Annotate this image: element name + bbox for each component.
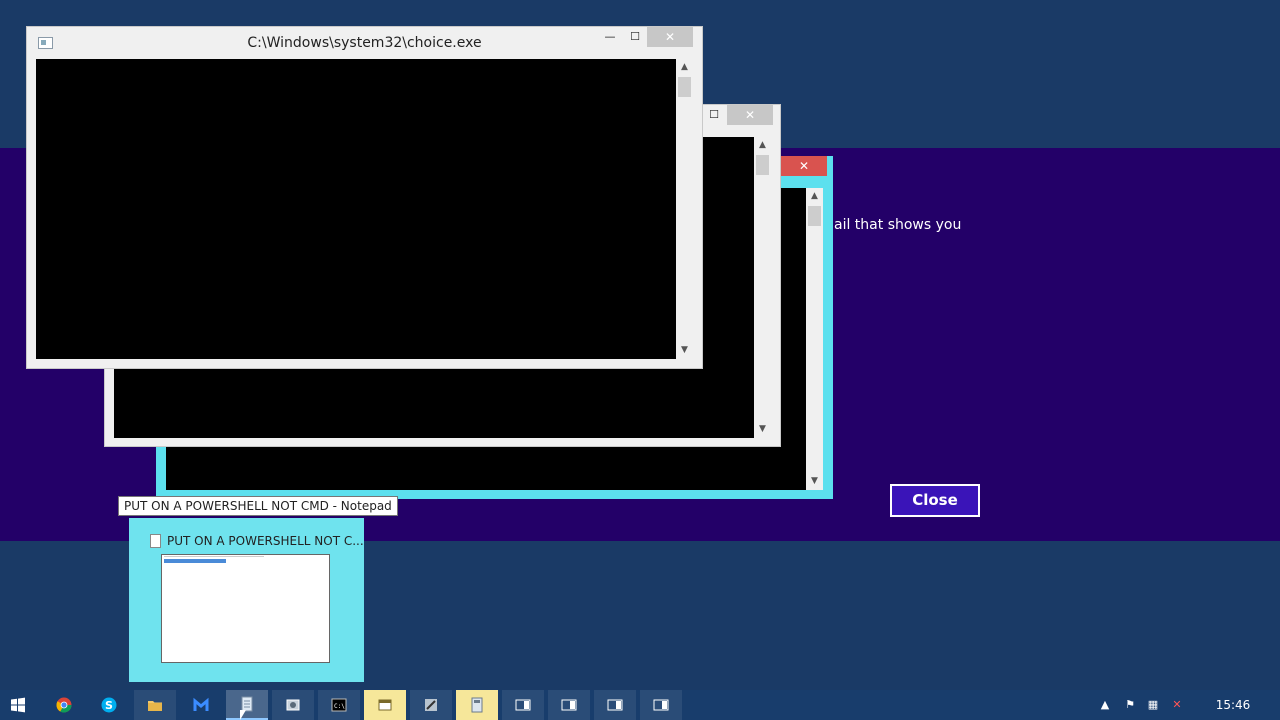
window-icon[interactable] [364,690,406,720]
scroll-up-icon[interactable]: ▲ [676,59,693,76]
skype-icon[interactable]: S [88,690,130,720]
calculator-icon[interactable] [456,690,498,720]
scroll-thumb[interactable] [756,155,769,175]
scroll-up-icon[interactable]: ▲ [754,137,771,154]
scroll-down-icon[interactable]: ▼ [806,473,823,490]
preview-selection [164,559,226,563]
close-button[interactable]: Close [890,484,980,517]
scroll-thumb[interactable] [678,77,691,97]
scrollbar[interactable]: ▲ ▼ [676,59,693,359]
console-window-front[interactable]: C:\Windows\system32\choice.exe — ☐ ✕ ▲ ▼ [26,26,703,369]
app-icon[interactable] [594,690,636,720]
chrome-icon[interactable] [43,690,85,720]
scrollbar[interactable]: ▲ ▼ [806,188,823,490]
network-icon[interactable]: ▦ [1143,690,1163,720]
svg-text:S: S [105,699,113,712]
close-icon[interactable]: ✕ [647,27,693,47]
close-icon[interactable]: ✕ [727,105,773,125]
minimize-icon[interactable]: — [597,27,623,47]
taskbar-thumbnail-popup[interactable]: PUT ON A POWERSHELL NOT C... [129,518,364,682]
mouse-cursor [240,710,246,720]
console-icon[interactable]: C:\ [318,690,360,720]
volume-muted-icon[interactable]: ✕ [1167,690,1187,720]
folder-icon[interactable] [134,690,176,720]
close-icon[interactable]: ✕ [781,156,827,176]
scrollbar[interactable]: ▲ ▼ [754,137,771,438]
settings-icon[interactable] [272,690,314,720]
app-icon[interactable] [640,690,682,720]
scroll-down-icon[interactable]: ▼ [754,421,771,438]
background-app-text: ail that shows you [834,217,962,233]
console-area[interactable] [36,59,676,359]
thumbnail-preview[interactable] [161,554,330,663]
notepad-icon[interactable] [226,690,268,720]
app-icon[interactable] [502,690,544,720]
malwarebytes-icon[interactable] [180,690,222,720]
windows-logo-icon[interactable] [0,690,36,720]
scroll-down-icon[interactable]: ▼ [676,342,693,359]
taskbar-clock[interactable]: 15:46 [1208,690,1258,720]
maximize-icon[interactable]: ☐ [701,105,727,125]
maximize-icon[interactable]: ☐ [623,27,647,47]
svg-text:C:\: C:\ [334,703,345,710]
action-center-flag-icon[interactable]: ⚑ [1120,690,1140,720]
thumbnail-title: PUT ON A POWERSHELL NOT C... [167,534,364,548]
tool-icon[interactable] [410,690,452,720]
notepad-icon [150,534,161,548]
scroll-thumb[interactable] [808,206,821,226]
preview-menu-line [164,556,264,557]
app-icon[interactable] [548,690,590,720]
show-hidden-icons-icon[interactable]: ▲ [1095,690,1115,720]
taskbar-tooltip: PUT ON A POWERSHELL NOT CMD - Notepad [118,496,398,516]
taskbar: S C:\ ▲ ⚑ ▦ ✕ 15:46 [0,690,1280,720]
scroll-up-icon[interactable]: ▲ [806,188,823,205]
